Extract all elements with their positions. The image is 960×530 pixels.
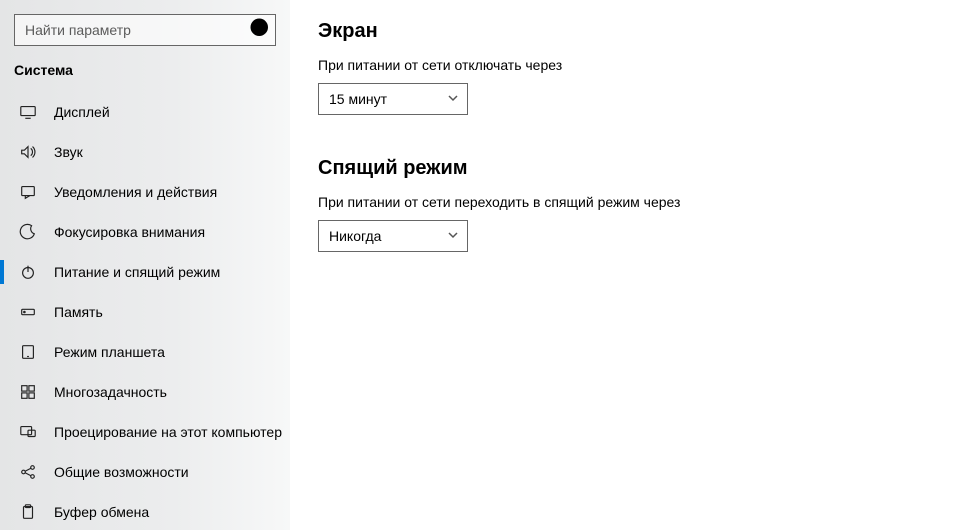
sound-icon (18, 142, 38, 162)
sidebar-item-label: Память (54, 304, 103, 320)
sidebar-item-label: Звук (54, 144, 83, 160)
sidebar-category: Система (0, 62, 290, 92)
settings-window: Система Дисплей Звук Уведомления и дейст… (0, 0, 960, 530)
sidebar: Система Дисплей Звук Уведомления и дейст… (0, 0, 290, 530)
sidebar-item-label: Дисплей (54, 104, 110, 120)
search-icon (247, 15, 275, 46)
search-container (0, 14, 290, 62)
sleep-after-value: Никогда (329, 228, 381, 244)
sleep-after-dropdown[interactable]: Никогда (318, 220, 468, 252)
sidebar-item-display[interactable]: Дисплей (0, 92, 290, 132)
search-input-wrap[interactable] (14, 14, 276, 46)
sidebar-item-shared-experiences[interactable]: Общие возможности (0, 452, 290, 492)
sidebar-item-clipboard[interactable]: Буфер обмена (0, 492, 290, 530)
projecting-icon (18, 422, 38, 442)
moon-icon (18, 222, 38, 242)
section-heading-sleep: Спящий режим (318, 157, 932, 180)
sidebar-item-label: Буфер обмена (54, 504, 149, 520)
clipboard-icon (18, 502, 38, 522)
chevron-down-icon (447, 228, 459, 244)
sidebar-item-label: Режим планшета (54, 344, 165, 360)
sidebar-item-focus-assist[interactable]: Фокусировка внимания (0, 212, 290, 252)
storage-icon (18, 302, 38, 322)
sidebar-item-notifications[interactable]: Уведомления и действия (0, 172, 290, 212)
sidebar-item-label: Уведомления и действия (54, 184, 217, 200)
sidebar-nav: Дисплей Звук Уведомления и действия Фоку… (0, 92, 290, 530)
sidebar-item-label: Общие возможности (54, 464, 189, 480)
sidebar-item-projecting[interactable]: Проецирование на этот компьютер (0, 412, 290, 452)
section-heading-screen: Экран (318, 20, 932, 43)
notifications-icon (18, 182, 38, 202)
search-input[interactable] (15, 22, 247, 38)
chevron-down-icon (447, 91, 459, 107)
sidebar-item-label: Многозадачность (54, 384, 167, 400)
power-icon (18, 262, 38, 282)
sleep-after-label: При питании от сети переходить в спящий … (318, 194, 932, 210)
sidebar-item-sound[interactable]: Звук (0, 132, 290, 172)
sidebar-item-label: Проецирование на этот компьютер (54, 424, 282, 440)
screen-off-label: При питании от сети отключать через (318, 57, 932, 73)
sidebar-item-power-sleep[interactable]: Питание и спящий режим (0, 252, 290, 292)
sidebar-item-multitasking[interactable]: Многозадачность (0, 372, 290, 412)
sidebar-item-label: Питание и спящий режим (54, 264, 220, 280)
sidebar-item-tablet-mode[interactable]: Режим планшета (0, 332, 290, 372)
sidebar-item-storage[interactable]: Память (0, 292, 290, 332)
share-icon (18, 462, 38, 482)
tablet-icon (18, 342, 38, 362)
screen-off-dropdown[interactable]: 15 минут (318, 83, 468, 115)
multitasking-icon (18, 382, 38, 402)
sidebar-item-label: Фокусировка внимания (54, 224, 205, 240)
display-icon (18, 102, 38, 122)
main-content: Экран При питании от сети отключать чере… (290, 0, 960, 530)
screen-off-value: 15 минут (329, 91, 387, 107)
